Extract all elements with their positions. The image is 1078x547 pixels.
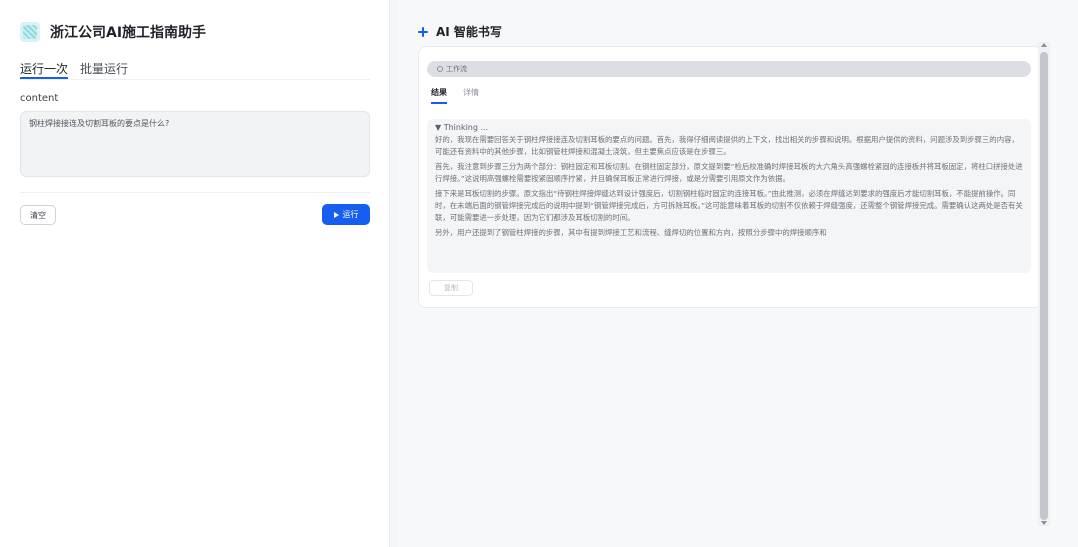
content-input[interactable]: 钢柱焊接接连及切割耳板的要点是什么?	[20, 111, 370, 177]
input-panel: 浙江公司AI施工指南助手 运行一次 批量运行 content 钢柱焊接接连及切割…	[0, 0, 390, 547]
thinking-paragraph: 接下来是耳板切割的步骤。原文指出“待钢柱焊接焊缝达到设计强度后，切割钢柱临时固定…	[435, 189, 1023, 222]
run-mode-tabs: 运行一次 批量运行	[20, 60, 370, 80]
tab-run-once[interactable]: 运行一次	[20, 60, 69, 79]
scroll-down-arrow-icon[interactable]	[1041, 521, 1047, 525]
app-window: 浙江公司AI施工指南助手 运行一次 批量运行 content 钢柱焊接接连及切割…	[0, 0, 1078, 547]
divider	[20, 192, 370, 193]
workflow-label: 工作流	[446, 65, 467, 73]
brand: 浙江公司AI施工指南助手	[20, 22, 206, 42]
thinking-toggle[interactable]: ▼ Thinking ...	[435, 123, 1023, 132]
tab-result[interactable]: 结果	[431, 87, 447, 104]
content-field-label: content	[20, 93, 59, 104]
result-card: 工作流 结果 详情 ▼ Thinking ... 好的，我现在需要回答关于钢柱焊…	[418, 46, 1043, 308]
result-tabs: 结果 详情	[431, 87, 495, 104]
tab-detail[interactable]: 详情	[463, 87, 479, 104]
workflow-icon	[437, 66, 443, 72]
scrollbar[interactable]	[1038, 42, 1050, 526]
thinking-paragraph: 首先，我注意到步骤三分为两个部分：钢柱固定和耳板切割。在钢柱固定部分，原文提到要…	[435, 162, 1023, 183]
copy-button[interactable]: 复制	[429, 280, 473, 296]
scrollbar-thumb[interactable]	[1040, 52, 1048, 520]
output-header: AI 智能书写	[418, 23, 502, 40]
play-icon	[333, 211, 339, 218]
scroll-up-arrow-icon[interactable]	[1041, 43, 1047, 47]
app-title: 浙江公司AI施工指南助手	[50, 25, 207, 41]
tab-batch-run[interactable]: 批量运行	[80, 60, 128, 79]
thinking-paragraph: 好的，我现在需要回答关于钢柱焊接接连及切割耳板的要点的问题。首先，我得仔细阅读提…	[435, 135, 1019, 156]
sparkle-icon	[418, 26, 428, 37]
output-panel: AI 智能书写 工作流 结果 详情 ▼ Thinking ... 好的，我现在需…	[398, 0, 1078, 547]
run-button-label: 运行	[342, 210, 359, 219]
clear-button[interactable]: 清空	[20, 205, 56, 225]
run-button[interactable]: 运行	[322, 204, 370, 225]
workflow-status-bar[interactable]: 工作流	[427, 61, 1031, 77]
thinking-paragraph: 另外，用户还提到了钢管柱焊接的步骤，其中有提到焊接工艺和流程、缝焊切的位置和方向…	[435, 228, 827, 238]
result-output: ▼ Thinking ... 好的，我现在需要回答关于钢柱焊接接连及切割耳板的要…	[427, 119, 1031, 273]
output-title: AI 智能书写	[436, 25, 502, 39]
app-logo-icon	[20, 22, 40, 42]
